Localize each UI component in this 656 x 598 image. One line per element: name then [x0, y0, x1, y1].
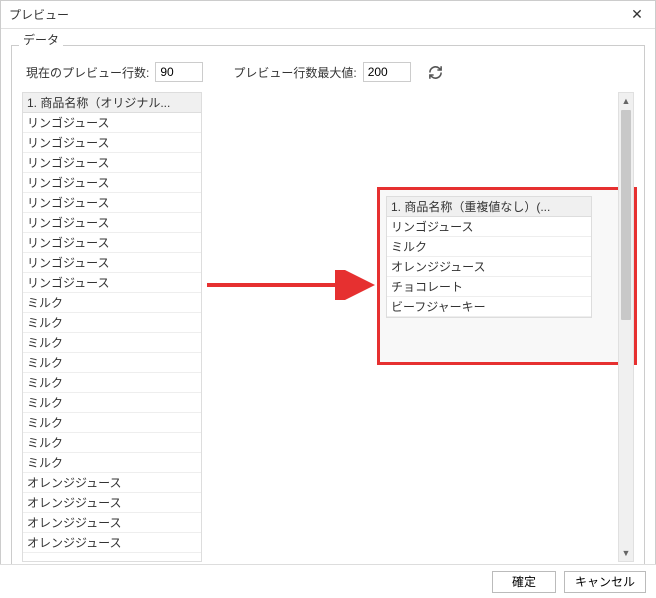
window-title: プレビュー	[9, 6, 627, 23]
table-row[interactable]: リンゴジュース	[387, 217, 591, 237]
table-row[interactable]: オレンジジュース	[23, 473, 201, 493]
max-rows-input[interactable]	[363, 62, 411, 82]
table-row[interactable]: リンゴジュース	[23, 273, 201, 293]
content-area: データ 現在のプレビュー行数: プレビュー行数最大値: 1. 商品名称（オリジナ…	[1, 29, 655, 563]
dedup-table-header[interactable]: 1. 商品名称（重複値なし）(...	[387, 197, 591, 217]
table-row[interactable]: オレンジジュース	[387, 257, 591, 277]
table-row[interactable]: オレンジジュース	[23, 513, 201, 533]
table-row[interactable]: ミルク	[23, 353, 201, 373]
table-row[interactable]: ミルク	[23, 313, 201, 333]
table-row[interactable]: オレンジジュース	[23, 533, 201, 553]
table-row[interactable]: リンゴジュース	[23, 173, 201, 193]
table-row[interactable]: リンゴジュース	[23, 113, 201, 133]
table-row[interactable]: ミルク	[23, 373, 201, 393]
table-row[interactable]: ミルク	[23, 433, 201, 453]
original-table-body: リンゴジュースリンゴジュースリンゴジュースリンゴジュースリンゴジュースリンゴジュ…	[23, 113, 201, 553]
scroll-down-icon[interactable]: ▼	[619, 545, 633, 561]
table-row[interactable]: リンゴジュース	[23, 213, 201, 233]
scrollbar-thumb[interactable]	[621, 110, 631, 320]
data-fieldset: 現在のプレビュー行数: プレビュー行数最大値: 1. 商品名称（オリジナル...…	[11, 45, 645, 571]
ok-button[interactable]: 確定	[492, 571, 556, 593]
cancel-button[interactable]: キャンセル	[564, 571, 646, 593]
table-row[interactable]: リンゴジュース	[23, 133, 201, 153]
table-row[interactable]: ミルク	[23, 293, 201, 313]
result-highlight-box: 1. 商品名称（重複値なし）(... リンゴジュースミルクオレンジジュースチョコ…	[377, 187, 637, 365]
table-row[interactable]: チョコレート	[387, 277, 591, 297]
table-row[interactable]: ミルク	[23, 453, 201, 473]
table-row[interactable]: オレンジジュース	[23, 493, 201, 513]
original-table-header[interactable]: 1. 商品名称（オリジナル...	[23, 93, 201, 113]
list-container: 1. 商品名称（オリジナル... リンゴジュースリンゴジュースリンゴジュースリン…	[22, 92, 634, 562]
table-row[interactable]: リンゴジュース	[23, 193, 201, 213]
current-rows-input[interactable]	[155, 62, 203, 82]
max-rows-label: プレビュー行数最大値:	[233, 64, 356, 81]
table-row[interactable]: ビーフジャーキー	[387, 297, 591, 317]
fieldset-label: データ	[19, 31, 63, 48]
current-rows-label: 現在のプレビュー行数:	[26, 64, 149, 81]
footer: 確定 キャンセル	[0, 564, 656, 598]
original-table: 1. 商品名称（オリジナル... リンゴジュースリンゴジュースリンゴジュースリン…	[22, 92, 202, 562]
dedup-table: 1. 商品名称（重複値なし）(... リンゴジュースミルクオレンジジュースチョコ…	[386, 196, 592, 318]
table-row[interactable]: ミルク	[23, 333, 201, 353]
scrollbar[interactable]: ▲ ▼	[618, 92, 634, 562]
scroll-up-icon[interactable]: ▲	[619, 93, 633, 109]
table-row[interactable]: リンゴジュース	[23, 253, 201, 273]
dedup-table-body: リンゴジュースミルクオレンジジュースチョコレートビーフジャーキー	[387, 217, 591, 317]
table-row[interactable]: リンゴジュース	[23, 153, 201, 173]
toolbar: 現在のプレビュー行数: プレビュー行数最大値:	[22, 62, 634, 82]
table-row[interactable]: リンゴジュース	[23, 233, 201, 253]
table-row[interactable]: ミルク	[387, 237, 591, 257]
close-icon[interactable]: ✕	[627, 5, 647, 25]
arrow-icon	[207, 270, 379, 300]
refresh-icon[interactable]	[427, 63, 445, 81]
table-row[interactable]: ミルク	[23, 413, 201, 433]
titlebar: プレビュー ✕	[1, 1, 655, 29]
table-row[interactable]: ミルク	[23, 393, 201, 413]
